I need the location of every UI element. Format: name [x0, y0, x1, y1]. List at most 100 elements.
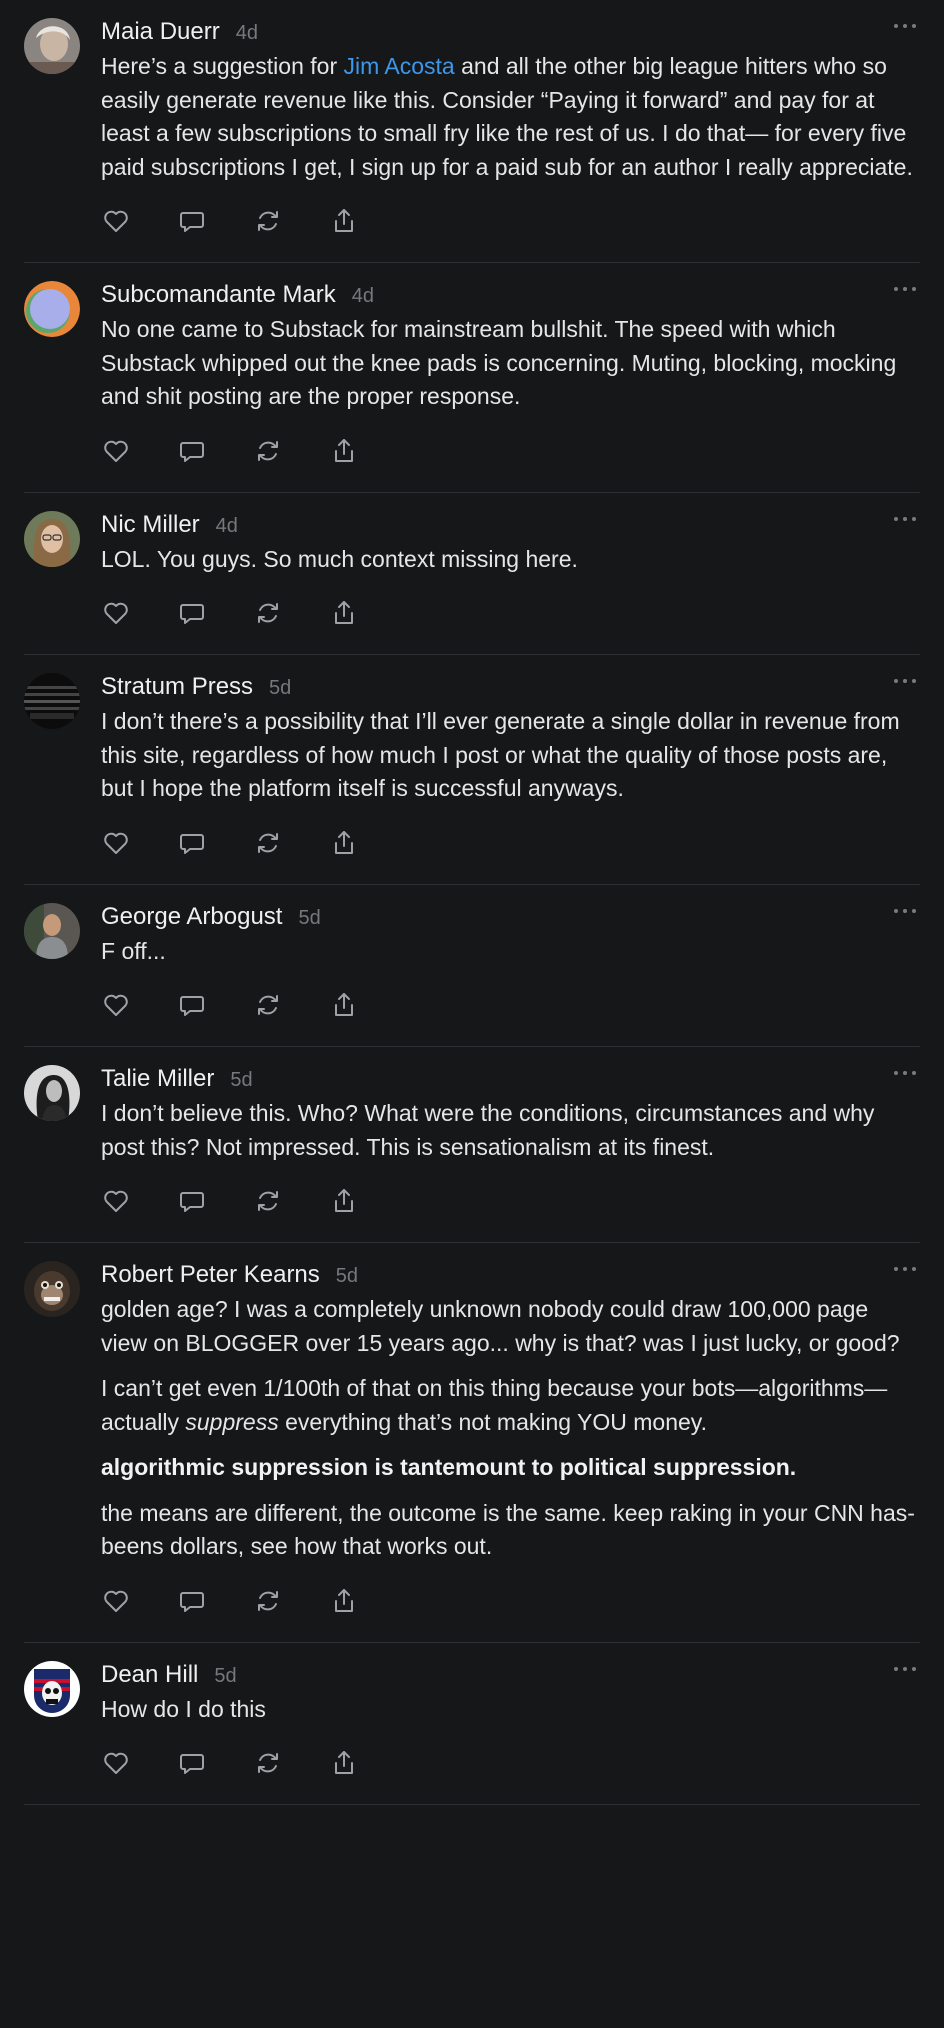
avatar[interactable]: [24, 18, 80, 74]
author-name[interactable]: Dean Hill: [101, 1661, 198, 1689]
comment-actions: [101, 968, 920, 1046]
comment-actions: [101, 1164, 920, 1242]
comment: Subcomandante Mark 4d No one came to Sub…: [24, 263, 920, 493]
restack-icon[interactable]: [253, 1186, 283, 1216]
comment-paragraph: I don’t there’s a possibility that I’ll …: [101, 708, 900, 801]
heart-icon[interactable]: [101, 436, 131, 466]
author-name[interactable]: Stratum Press: [101, 673, 253, 701]
share-icon[interactable]: [329, 990, 359, 1020]
more-options-icon[interactable]: [894, 1071, 916, 1079]
share-icon[interactable]: [329, 828, 359, 858]
more-options-icon[interactable]: [894, 1267, 916, 1275]
comment-body: F off...: [101, 935, 920, 969]
heart-icon[interactable]: [101, 1748, 131, 1778]
comment-time: 4d: [235, 22, 258, 44]
comment-paragraph: I can’t get even 1/100th of that on this…: [101, 1375, 888, 1435]
avatar[interactable]: [24, 902, 80, 959]
comment: George Arbogust 5d F off...: [24, 885, 920, 1047]
restack-icon[interactable]: [253, 436, 283, 466]
author-name[interactable]: Talie Miller: [101, 1065, 214, 1093]
comment-time: 5d: [298, 906, 321, 929]
comment-bubble-icon[interactable]: [177, 1586, 207, 1616]
more-options-icon[interactable]: [894, 1666, 916, 1675]
comment-bubble-icon[interactable]: [177, 598, 207, 628]
comment-body: How do I do this: [101, 1693, 920, 1727]
share-icon[interactable]: [329, 436, 359, 466]
comment-time: 5d: [230, 1069, 253, 1091]
restack-icon[interactable]: [253, 206, 283, 236]
heart-icon[interactable]: [101, 1186, 131, 1216]
comment-bubble-icon[interactable]: [177, 1186, 207, 1216]
author-name[interactable]: Maia Duerr: [101, 18, 220, 46]
heart-icon[interactable]: [101, 598, 131, 628]
comment-paragraph: algorithmic suppression is tantemount to…: [101, 1454, 797, 1480]
share-icon[interactable]: [329, 1748, 359, 1778]
comment-paragraph: How do I do this: [101, 1695, 266, 1722]
restack-icon[interactable]: [253, 1586, 283, 1616]
comment-paragraph: Here’s a suggestion for Jim Acosta and a…: [101, 53, 913, 180]
share-icon[interactable]: [329, 598, 359, 628]
avatar[interactable]: [24, 510, 80, 567]
restack-icon[interactable]: [253, 990, 283, 1020]
comment-body: I don’t believe this. Who? What were the…: [101, 1097, 920, 1164]
comment-time: 5d: [214, 1664, 237, 1687]
comment: Stratum Press 5d I don’t there’s a possi…: [24, 655, 920, 885]
heart-icon[interactable]: [101, 1586, 131, 1616]
share-icon[interactable]: [329, 1186, 359, 1216]
author-name[interactable]: Nic Miller: [101, 511, 200, 539]
comment-actions: [101, 576, 920, 654]
author-name[interactable]: Robert Peter Kearns: [101, 1261, 320, 1289]
restack-icon[interactable]: [253, 1748, 283, 1778]
comment-paragraph: golden age? I was a completely unknown n…: [101, 1296, 900, 1356]
comment: Robert Peter Kearns 5d golden age? I was…: [24, 1243, 920, 1643]
more-options-icon[interactable]: [894, 908, 916, 917]
more-options-icon[interactable]: [894, 24, 916, 32]
avatar[interactable]: [24, 1065, 80, 1121]
comment-bubble-icon[interactable]: [177, 990, 207, 1020]
avatar[interactable]: [24, 1660, 80, 1717]
comment-time: 5d: [269, 677, 292, 699]
avatar[interactable]: [24, 281, 80, 337]
author-name[interactable]: Subcomandante Mark: [101, 281, 336, 309]
comment-bubble-icon[interactable]: [177, 828, 207, 858]
comment-paragraph: No one came to Substack for mainstream b…: [101, 316, 897, 409]
comment-paragraph: the means are different, the outcome is …: [101, 1499, 915, 1560]
heart-icon[interactable]: [101, 828, 131, 858]
comment-actions: [101, 1564, 920, 1642]
share-icon[interactable]: [329, 1586, 359, 1616]
more-options-icon[interactable]: [894, 516, 916, 525]
comment: Nic Miller 4d LOL. You guys. So much con…: [24, 493, 920, 655]
comment-time: 4d: [215, 514, 238, 537]
comment-body: golden age? I was a completely unknown n…: [101, 1293, 920, 1564]
restack-icon[interactable]: [253, 828, 283, 858]
author-name[interactable]: George Arbogust: [101, 903, 282, 931]
more-options-icon[interactable]: [894, 287, 916, 295]
comment-bubble-icon[interactable]: [177, 1748, 207, 1778]
comment-body: Here’s a suggestion for Jim Acosta and a…: [101, 50, 920, 184]
comment-paragraph: I don’t believe this. Who? What were the…: [101, 1100, 875, 1160]
comment-actions: [101, 1726, 920, 1804]
comment-body: I don’t there’s a possibility that I’ll …: [101, 705, 920, 806]
comment-bubble-icon[interactable]: [177, 436, 207, 466]
comment: Maia Duerr 4d Here’s a suggestion for Ji…: [24, 0, 920, 263]
heart-icon[interactable]: [101, 206, 131, 236]
restack-icon[interactable]: [253, 598, 283, 628]
comment-paragraph: F off...: [101, 937, 166, 964]
heart-icon[interactable]: [101, 990, 131, 1020]
comment-body: No one came to Substack for mainstream b…: [101, 313, 920, 414]
avatar[interactable]: [24, 1261, 80, 1317]
comment-actions: [101, 414, 920, 492]
comment-bubble-icon[interactable]: [177, 206, 207, 236]
comment-time: 4d: [351, 285, 375, 307]
comment-actions: [101, 184, 920, 262]
share-icon[interactable]: [329, 206, 359, 236]
avatar[interactable]: [24, 673, 80, 729]
comment-time: 5d: [335, 1265, 359, 1287]
comment-actions: [101, 806, 920, 884]
comment-body: LOL. You guys. So much context missing h…: [101, 543, 920, 577]
comment: Talie Miller 5d I don’t believe this. Wh…: [24, 1047, 920, 1243]
comment: Dean Hill 5d How do I do this: [24, 1643, 920, 1805]
comment-paragraph: LOL. You guys. So much context missing h…: [101, 545, 578, 572]
mention-link[interactable]: Jim Acosta: [344, 53, 455, 79]
more-options-icon[interactable]: [894, 679, 916, 687]
